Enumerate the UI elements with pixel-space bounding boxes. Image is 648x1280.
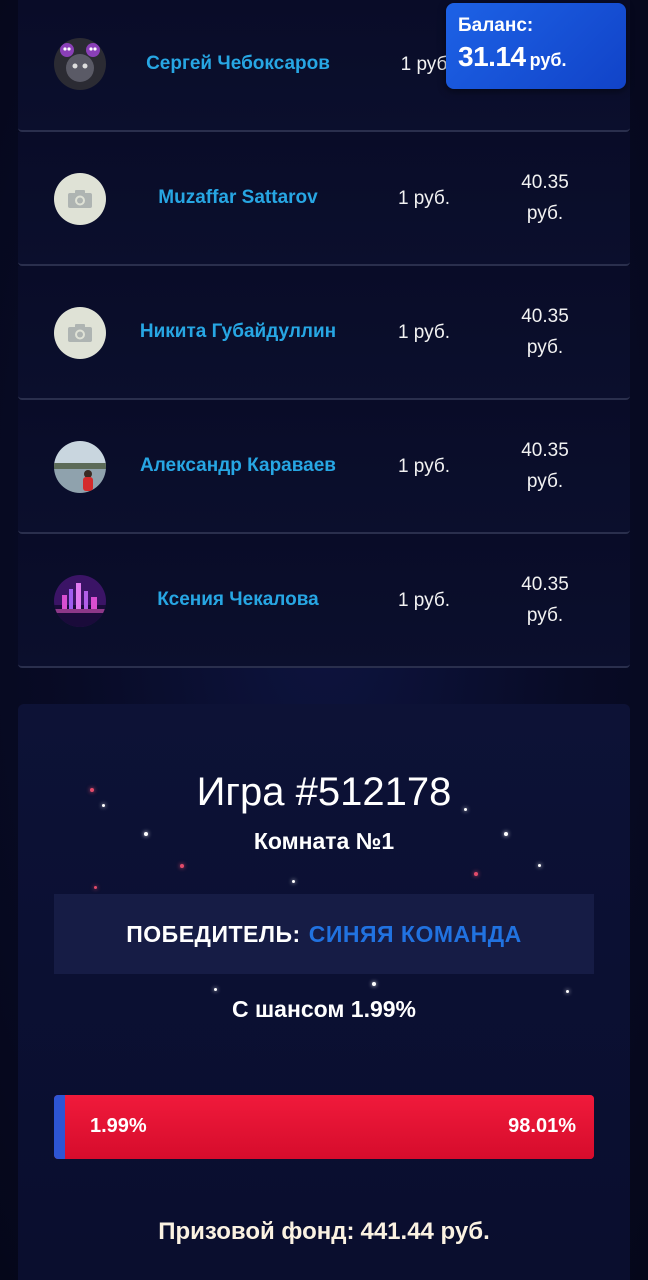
sparkle-decoration: [474, 872, 478, 876]
player-bet: 1 руб.: [397, 188, 451, 209]
player-row: Muzaffar Sattarov 1 руб. 40.35 руб.: [18, 132, 630, 266]
prize-label: Призовой фонд:: [158, 1218, 355, 1245]
avatar: [54, 441, 106, 493]
lake-photo-icon: [54, 441, 106, 493]
win-currency: руб.: [526, 471, 564, 492]
blue-percent-label: 1.99%: [90, 1115, 147, 1137]
player-win: 40.35 руб.: [498, 435, 592, 497]
winner-team: СИНЯЯ КОМАНДА: [308, 920, 522, 947]
winner-banner: ПОБЕДИТЕЛЬ: СИНЯЯ КОМАНДА: [54, 894, 594, 974]
winner-label: ПОБЕДИТЕЛЬ:: [126, 920, 301, 947]
win-currency: руб.: [526, 203, 564, 224]
player-bet: 1 руб.: [397, 456, 451, 477]
balance-amount: 31.14: [458, 41, 526, 72]
city-night-photo-icon: [54, 575, 106, 627]
avatar: [54, 575, 106, 627]
red-percent-label: 98.01%: [508, 1115, 576, 1137]
win-amount: 40.35: [521, 172, 569, 193]
player-name[interactable]: Сергей Чебоксаров: [118, 53, 358, 75]
win-currency: руб.: [526, 605, 564, 626]
sparkle-decoration: [292, 880, 295, 883]
balance-value: 31.14 руб.: [458, 41, 626, 73]
balance-label: Баланс:: [458, 15, 534, 36]
player-win: 40.35 руб.: [498, 569, 592, 631]
player-name[interactable]: Muzaffar Sattarov: [118, 187, 358, 209]
game-title: Игра #512178: [196, 770, 452, 814]
player-win: 40.35 руб.: [498, 301, 592, 363]
win-amount: 40.35: [521, 440, 569, 461]
balance-currency: руб.: [529, 50, 567, 70]
balance-badge[interactable]: Баланс: 31.14 руб.: [446, 3, 626, 89]
avatar: [54, 307, 106, 359]
player-row: Никита Губайдуллин 1 руб. 40.35 руб.: [18, 266, 630, 400]
win-currency: руб.: [526, 337, 564, 358]
sparkle-decoration: [372, 982, 376, 986]
player-row: Александр Караваев 1 руб. 40.35 руб.: [18, 400, 630, 534]
team-chance-bar: 1.99% 98.01%: [54, 1095, 594, 1159]
blue-team-fill: [54, 1095, 65, 1159]
player-bet: 1 руб.: [397, 590, 451, 611]
player-row: Ксения Чекалова 1 руб. 40.35 руб.: [18, 534, 630, 668]
game-result-panel: Игра #512178 Комната №1 ПОБЕДИТЕЛЬ: СИНЯ…: [18, 704, 630, 1280]
player-bet: 1 руб.: [397, 322, 451, 343]
players-list: Сергей Чебоксаров 1 руб Muzaffar Sattaro…: [18, 0, 630, 668]
sparkle-decoration: [538, 864, 541, 867]
sparkle-decoration: [214, 988, 217, 991]
win-amount: 40.35: [521, 574, 569, 595]
prize-fund: Призовой фонд: 441.44 руб.: [18, 1218, 630, 1246]
player-name[interactable]: Никита Губайдуллин: [118, 321, 358, 343]
prize-amount: 441.44 руб.: [360, 1218, 490, 1245]
room-label: Комната №1: [253, 828, 395, 854]
camera-icon: [68, 324, 92, 342]
sparkle-decoration: [94, 886, 97, 889]
player-name[interactable]: Александр Караваев: [118, 455, 358, 477]
avatar: [54, 38, 106, 90]
win-amount: 40.35: [521, 306, 569, 327]
player-name[interactable]: Ксения Чекалова: [118, 589, 358, 611]
camera-icon: [68, 190, 92, 208]
cat-avatar-icon: [54, 38, 106, 90]
player-win: 40.35 руб.: [498, 167, 592, 229]
avatar: [54, 173, 106, 225]
sparkle-decoration: [180, 864, 184, 868]
chance-text: С шансом 1.99%: [231, 996, 416, 1022]
sparkle-decoration: [566, 990, 569, 993]
